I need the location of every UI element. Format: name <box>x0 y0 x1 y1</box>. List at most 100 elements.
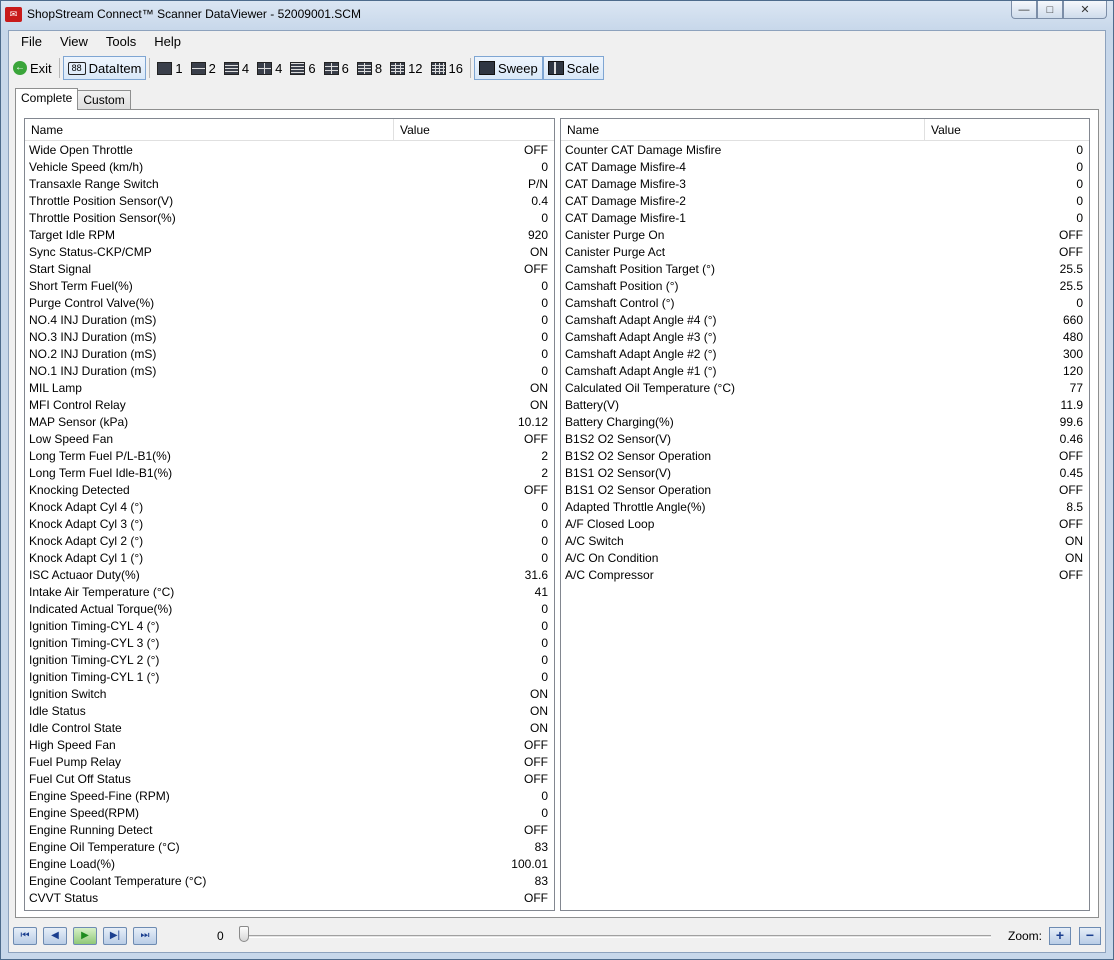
table-row[interactable]: MIL Lamp ON <box>25 380 554 397</box>
table-row[interactable]: Ignition Switch ON <box>25 686 554 703</box>
table-row[interactable]: A/C On Condition ON <box>561 550 1089 567</box>
table-row[interactable]: MFI Control Relay ON <box>25 397 554 414</box>
table-row[interactable]: CVVT Status OFF <box>25 890 554 907</box>
column-value-header[interactable]: Value <box>925 119 961 141</box>
close-button[interactable]: ✕ <box>1063 1 1107 19</box>
table-row[interactable]: Knock Adapt Cyl 4 (°) 0 <box>25 499 554 516</box>
table-row[interactable]: Camshaft Adapt Angle #3 (°) 480 <box>561 329 1089 346</box>
table-row[interactable]: Engine Running Detect OFF <box>25 822 554 839</box>
table-row[interactable]: Short Term Fuel(%) 0 <box>25 278 554 295</box>
table-row[interactable]: A/C Switch ON <box>561 533 1089 550</box>
table-row[interactable]: Knocking Detected OFF <box>25 482 554 499</box>
table-row[interactable]: B1S1 O2 Sensor(V) 0.45 <box>561 465 1089 482</box>
table-row[interactable]: Adapted Throttle Angle(%) 8.5 <box>561 499 1089 516</box>
menu-view[interactable]: View <box>51 31 97 53</box>
first-frame-button[interactable]: ⏮ <box>13 927 37 945</box>
layout-8-button[interactable]: 8 <box>353 56 386 80</box>
column-name-header[interactable]: Name <box>561 119 925 140</box>
table-row[interactable]: Camshaft Control (°) 0 <box>561 295 1089 312</box>
table-row[interactable]: B1S1 O2 Sensor Operation OFF <box>561 482 1089 499</box>
table-row[interactable]: ISC Actuaor Duty(%) 31.6 <box>25 567 554 584</box>
table-row[interactable]: Calculated Oil Temperature (°C) 77 <box>561 380 1089 397</box>
zoom-in-button[interactable]: + <box>1049 927 1071 945</box>
table-row[interactable]: B1S2 O2 Sensor Operation OFF <box>561 448 1089 465</box>
table-row[interactable]: Wide Open Throttle OFF <box>25 142 554 159</box>
table-row[interactable]: Camshaft Adapt Angle #4 (°) 660 <box>561 312 1089 329</box>
table-row[interactable]: MAP Sensor (kPa) 10.12 <box>25 414 554 431</box>
table-row[interactable]: Ignition Timing-CYL 3 (°) 0 <box>25 635 554 652</box>
table-row[interactable]: Engine Speed-Fine (RPM) 0 <box>25 788 554 805</box>
table-row[interactable]: Idle Control State ON <box>25 720 554 737</box>
table-row[interactable]: Canister Purge On OFF <box>561 227 1089 244</box>
table-row[interactable]: Long Term Fuel Idle-B1(%) 2 <box>25 465 554 482</box>
table-row[interactable]: Engine Oil Temperature (°C) 83 <box>25 839 554 856</box>
table-row[interactable]: A/F Closed Loop OFF <box>561 516 1089 533</box>
previous-frame-button[interactable]: ◀ <box>43 927 67 945</box>
tab-custom[interactable]: Custom <box>77 90 131 110</box>
table-row[interactable]: Ignition Timing-CYL 4 (°) 0 <box>25 618 554 635</box>
table-row[interactable]: Knock Adapt Cyl 1 (°) 0 <box>25 550 554 567</box>
column-value-header[interactable]: Value <box>394 119 430 141</box>
table-row[interactable]: NO.4 INJ Duration (mS) 0 <box>25 312 554 329</box>
table-row[interactable]: Sync Status-CKP/CMP ON <box>25 244 554 261</box>
table-row[interactable]: Fuel Cut Off Status OFF <box>25 771 554 788</box>
menu-tools[interactable]: Tools <box>97 31 145 53</box>
table-row[interactable]: Counter CAT Damage Misfire 0 <box>561 142 1089 159</box>
table-row[interactable]: Idle Status ON <box>25 703 554 720</box>
table-row[interactable]: NO.3 INJ Duration (mS) 0 <box>25 329 554 346</box>
next-frame-button[interactable]: ▶| <box>103 927 127 945</box>
table-row[interactable]: High Speed Fan OFF <box>25 737 554 754</box>
layout-16-button[interactable]: 16 <box>427 56 467 80</box>
tab-complete[interactable]: Complete <box>15 88 79 110</box>
table-row[interactable]: Ignition Timing-CYL 1 (°) 0 <box>25 669 554 686</box>
table-row[interactable]: Knock Adapt Cyl 2 (°) 0 <box>25 533 554 550</box>
table-row[interactable]: Ignition Timing-CYL 2 (°) 0 <box>25 652 554 669</box>
scale-button[interactable]: Scale <box>542 56 605 80</box>
table-row[interactable]: Purge Control Valve(%) 0 <box>25 295 554 312</box>
table-row[interactable]: Throttle Position Sensor(%) 0 <box>25 210 554 227</box>
layout-1-button[interactable]: 1 <box>153 56 186 80</box>
layout-4-grid-button[interactable]: 4 <box>253 56 286 80</box>
layout-4-rows-button[interactable]: 4 <box>220 56 253 80</box>
table-row[interactable]: Fuel Pump Relay OFF <box>25 754 554 771</box>
table-row[interactable]: NO.2 INJ Duration (mS) 0 <box>25 346 554 363</box>
table-row[interactable]: NO.1 INJ Duration (mS) 0 <box>25 363 554 380</box>
table-row[interactable]: A/C Compressor OFF <box>561 567 1089 584</box>
layout-2-button[interactable]: 2 <box>187 56 220 80</box>
table-row[interactable]: CAT Damage Misfire-4 0 <box>561 159 1089 176</box>
menu-file[interactable]: File <box>9 31 51 53</box>
table-row[interactable]: Target Idle RPM 920 <box>25 227 554 244</box>
table-row[interactable]: B1S2 O2 Sensor(V) 0.46 <box>561 431 1089 448</box>
table-row[interactable]: Transaxle Range Switch P/N <box>25 176 554 193</box>
table-row[interactable]: CAT Damage Misfire-1 0 <box>561 210 1089 227</box>
table-row[interactable]: Camshaft Adapt Angle #1 (°) 120 <box>561 363 1089 380</box>
table-row[interactable]: Camshaft Adapt Angle #2 (°) 300 <box>561 346 1089 363</box>
table-row[interactable]: Low Speed Fan OFF <box>25 431 554 448</box>
table-row[interactable]: Knock Adapt Cyl 3 (°) 0 <box>25 516 554 533</box>
table-row[interactable]: Battery Charging(%) 99.6 <box>561 414 1089 431</box>
data-list-left[interactable]: Name Value Wide Open Throttle OFF Vehicle … <box>24 118 555 911</box>
sweep-button[interactable]: Sweep <box>474 56 543 80</box>
table-row[interactable]: Long Term Fuel P/L-B1(%) 2 <box>25 448 554 465</box>
table-row[interactable]: Throttle Position Sensor(V) 0.4 <box>25 193 554 210</box>
table-row[interactable]: Indicated Actual Torque(%) 0 <box>25 601 554 618</box>
table-row[interactable]: Camshaft Position Target (°) 25.5 <box>561 261 1089 278</box>
menu-help[interactable]: Help <box>145 31 190 53</box>
title-bar[interactable]: ✉ ShopStream Connect™ Scanner DataViewer… <box>1 1 1113 29</box>
layout-6-rows-button[interactable]: 6 <box>286 56 319 80</box>
zoom-out-button[interactable]: − <box>1079 927 1101 945</box>
column-name-header[interactable]: Name <box>25 119 394 140</box>
layout-6-grid-button[interactable]: 6 <box>320 56 353 80</box>
play-button[interactable]: ▶ <box>73 927 97 945</box>
table-row[interactable]: CAT Damage Misfire-3 0 <box>561 176 1089 193</box>
frame-slider-track[interactable] <box>241 935 991 938</box>
maximize-button[interactable]: □ <box>1037 1 1063 19</box>
exit-button[interactable]: ← Exit <box>9 56 56 80</box>
table-row[interactable]: Camshaft Position (°) 25.5 <box>561 278 1089 295</box>
table-row[interactable]: Engine Speed(RPM) 0 <box>25 805 554 822</box>
table-row[interactable]: Engine Coolant Temperature (°C) 83 <box>25 873 554 890</box>
data-list-right[interactable]: Name Value Counter CAT Damage Misfire 0 CA… <box>560 118 1090 911</box>
dataitem-button[interactable]: 88 DataItem <box>62 56 147 80</box>
table-row[interactable]: Battery(V) 11.9 <box>561 397 1089 414</box>
table-row[interactable]: Engine Load(%) 100.01 <box>25 856 554 873</box>
